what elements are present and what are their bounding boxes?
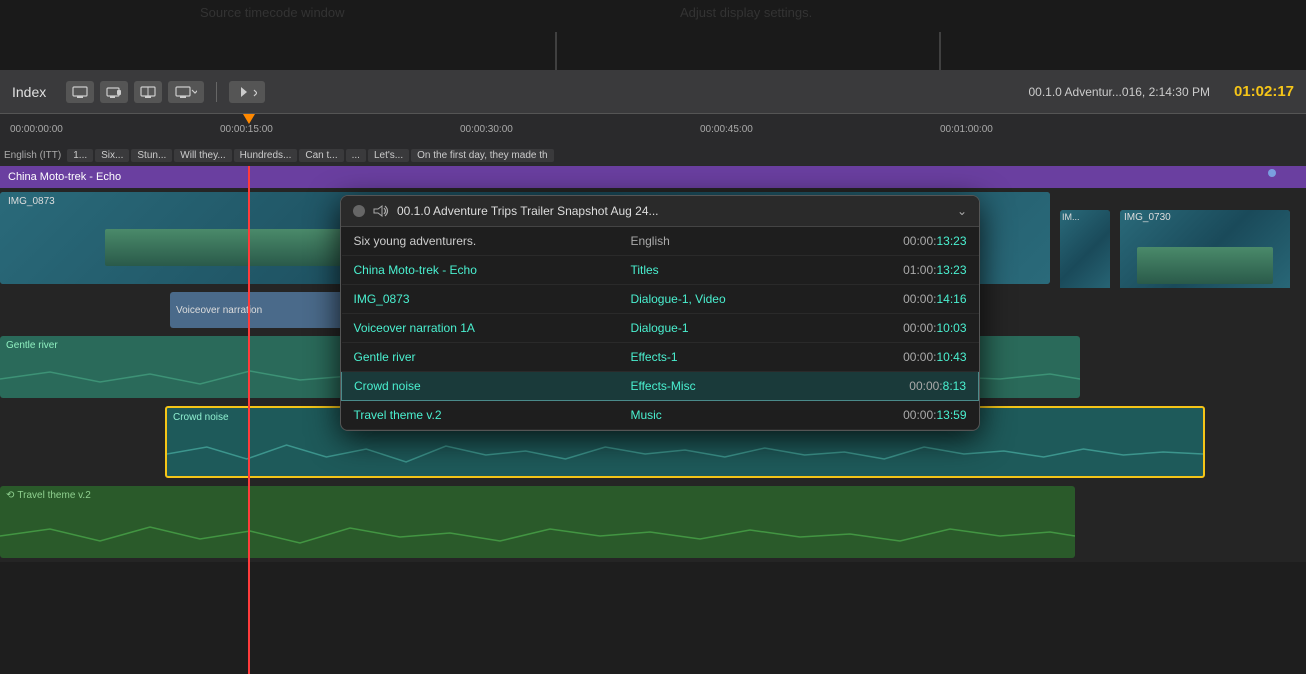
popup-row-role-5: Effects-Misc	[618, 372, 840, 401]
title-track: China Moto-trek - Echo	[0, 166, 1306, 188]
source-timecode-annotation: Source timecode window	[200, 5, 345, 20]
popup-row-3[interactable]: Voiceover narration 1ADialogue-100:00:10…	[342, 314, 979, 343]
crowd-noise-label: Crowd noise	[167, 410, 235, 425]
popup-row-name-4: Gentle river	[342, 343, 619, 372]
travel-label-container: ⟲ Travel theme v.2	[0, 488, 97, 503]
popup-row-time-highlight-0: 13:23	[936, 234, 966, 248]
ruler-mark-2: 00:00:30:00	[460, 124, 513, 135]
popup-row-name-5: Crowd noise	[342, 372, 619, 401]
timecode-yellow: 01:02:17	[1234, 83, 1294, 100]
ruler-mark-4: 00:01:00:00	[940, 124, 993, 135]
popup-row-time-4: 00:00:10:43	[840, 343, 978, 372]
popup-row-time-5: 00:00:8:13	[840, 372, 978, 401]
popup-row-role-4: Effects-1	[618, 343, 840, 372]
popup-row-time-1: 01:00:13:23	[840, 256, 978, 285]
title-dot	[1268, 169, 1276, 177]
popup-row-role-1: Titles	[618, 256, 840, 285]
title-track-label: China Moto-trek - Echo	[8, 171, 121, 183]
ruler-mark-3: 00:00:45:00	[700, 124, 753, 135]
gentle-river-label: Gentle river	[0, 338, 64, 353]
popup-row-5[interactable]: Crowd noiseEffects-Misc00:00:8:13	[342, 372, 979, 401]
index-label: Index	[12, 84, 46, 100]
caption-item-5[interactable]: ...	[346, 149, 366, 162]
popup-row-time-highlight-1: 13:23	[936, 263, 966, 277]
popup-row-name-3: Voiceover narration 1A	[342, 314, 619, 343]
caption-item-3[interactable]: Hundreds...	[234, 149, 298, 162]
popup-row-time-highlight-5: 8:13	[943, 379, 966, 393]
popup-row-1[interactable]: China Moto-trek - EchoTitles01:00:13:23	[342, 256, 979, 285]
popup-chevron[interactable]: ⌄	[957, 204, 967, 218]
travel-theme-label: Travel theme v.2	[17, 490, 90, 501]
popup-table: Six young adventurers.English00:00:13:23…	[341, 227, 979, 430]
video-clip-label: IMG_0873	[4, 194, 59, 209]
popup-row-role-3: Dialogue-1	[618, 314, 840, 343]
toolbar: Index 00.1.0 Adventur...016, 2:14:30 PM …	[0, 70, 1306, 114]
popup-row-role-0: English	[618, 227, 840, 256]
popup-row-time-3: 00:00:10:03	[840, 314, 978, 343]
travel-theme-track: ⟲ Travel theme v.2	[0, 482, 1306, 562]
caption-item-7[interactable]: On the first day, they made th	[411, 149, 553, 162]
caption-item-0[interactable]: Six...	[95, 149, 129, 162]
popup-row-time-highlight-2: 14:16	[936, 292, 966, 306]
arrow-tool-btn[interactable]	[229, 81, 265, 103]
caption-item-num[interactable]: 1...	[67, 149, 93, 162]
popup-row-role-2: Dialogue-1, Video	[618, 285, 840, 314]
popup-row-2[interactable]: IMG_0873Dialogue-1, Video00:00:14:16	[342, 285, 979, 314]
travel-theme-clip[interactable]: ⟲ Travel theme v.2	[0, 486, 1075, 558]
popup-row-time-2: 00:00:14:16	[840, 285, 978, 314]
voiceover-label: Voiceover narration	[176, 305, 262, 316]
timecode-info: 00.1.0 Adventur...016, 2:14:30 PM	[1028, 85, 1209, 99]
popup-header: 00.1.0 Adventure Trips Trailer Snapshot …	[341, 196, 979, 227]
timeline-ruler: 00:00:00:00 00:00:15:00 00:00:30:00 00:0…	[0, 114, 1306, 144]
monitor-icon-1[interactable]	[66, 81, 94, 103]
crowd-waveform	[167, 437, 1203, 472]
index-popup: 00.1.0 Adventure Trips Trailer Snapshot …	[340, 195, 980, 431]
video-clip-small-label: IM...	[1062, 212, 1080, 222]
caption-language: English (ITT)	[0, 150, 65, 161]
ruler-mark-1: 00:00:15:00	[220, 124, 273, 135]
popup-row-6[interactable]: Travel theme v.2Music00:00:13:59	[342, 401, 979, 430]
popup-row-name-0: Six young adventurers.	[342, 227, 619, 256]
popup-row-0[interactable]: Six young adventurers.English00:00:13:23	[342, 227, 979, 256]
travel-waveform	[0, 519, 1075, 554]
popup-row-name-1: China Moto-trek - Echo	[342, 256, 619, 285]
adjust-display-annotation: Adjust display settings.	[680, 5, 812, 20]
caption-bar: English (ITT) 1... Six... Stun... Will t…	[0, 144, 1306, 166]
popup-row-time-highlight-6: 13:59	[936, 408, 966, 422]
popup-title: 00.1.0 Adventure Trips Trailer Snapshot …	[397, 204, 949, 218]
caption-item-4[interactable]: Can t...	[299, 149, 343, 162]
thumbnail-right-landscape	[1137, 247, 1273, 284]
travel-loop-icon: ⟲	[6, 490, 14, 501]
popup-dot	[353, 205, 365, 217]
toolbar-icons	[66, 81, 204, 103]
monitor-icon-3[interactable]	[134, 81, 162, 103]
popup-row-time-highlight-3: 10:03	[936, 321, 966, 335]
popup-row-time-6: 00:00:13:59	[840, 401, 978, 430]
popup-row-time-highlight-4: 10:43	[936, 350, 966, 364]
popup-row-name-6: Travel theme v.2	[342, 401, 619, 430]
popup-row-name-2: IMG_0873	[342, 285, 619, 314]
caption-item-6[interactable]: Let's...	[368, 149, 409, 162]
monitor-icon-2[interactable]	[100, 81, 128, 103]
caption-item-1[interactable]: Stun...	[131, 149, 172, 162]
caption-item-2[interactable]: Will they...	[174, 149, 231, 162]
popup-row-time-0: 00:00:13:23	[840, 227, 978, 256]
video-clip-right-label: IMG_0730	[1124, 212, 1171, 223]
popup-row-role-6: Music	[618, 401, 840, 430]
monitor-icon-dropdown[interactable]	[168, 81, 204, 103]
popup-row-4[interactable]: Gentle riverEffects-100:00:10:43	[342, 343, 979, 372]
popup-audio-icon	[373, 204, 389, 218]
ruler-mark-0: 00:00:00:00	[10, 124, 63, 135]
toolbar-sep-1	[216, 82, 217, 102]
annotation-area: Source timecode window Adjust display se…	[0, 0, 1306, 70]
